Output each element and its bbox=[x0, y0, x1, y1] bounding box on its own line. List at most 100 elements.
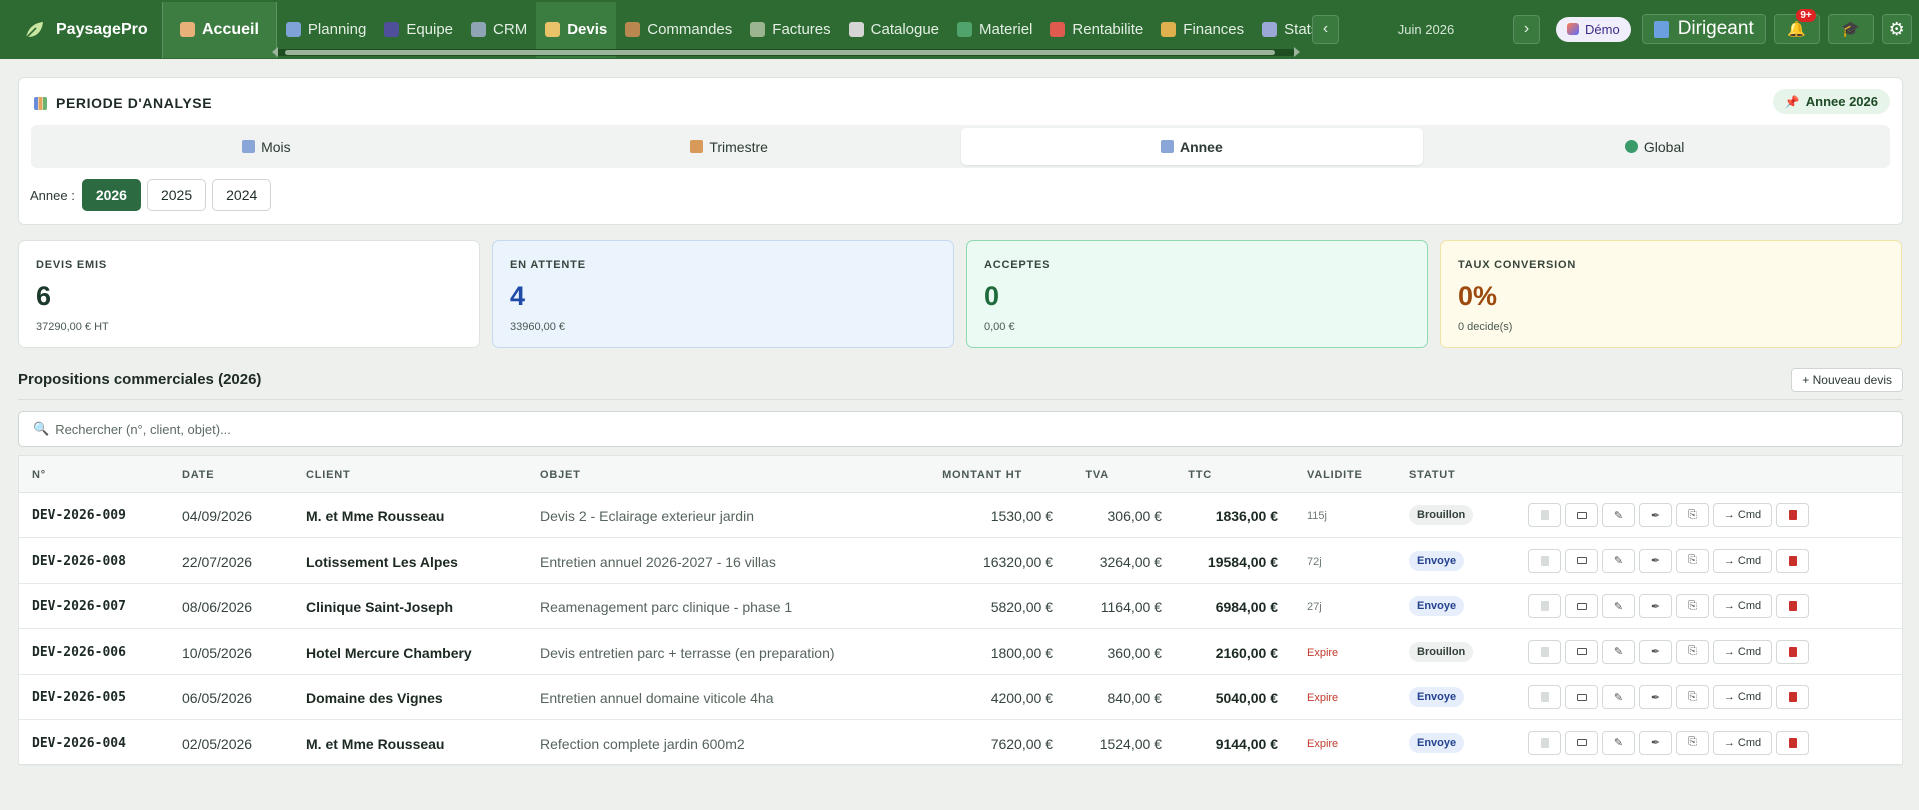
row-actions: ✎ ✒ ⎘ → Cmd bbox=[1528, 639, 1813, 664]
delete-button[interactable] bbox=[1776, 594, 1809, 618]
demo-badge[interactable]: Démo bbox=[1556, 16, 1631, 42]
delete-button[interactable] bbox=[1776, 548, 1809, 573]
suit-icon bbox=[1653, 20, 1669, 38]
table-row[interactable]: DEV-2026-004 02/05/2026 M. et Mme Rousseau… bbox=[19, 721, 1902, 766]
next-month-button[interactable]: › bbox=[1513, 14, 1540, 44]
tab-annee[interactable]: Annee bbox=[960, 128, 1424, 165]
duplicate-button[interactable]: ⎘ bbox=[1676, 730, 1709, 755]
edit-button[interactable]: ✎ bbox=[1602, 639, 1635, 664]
table-row[interactable]: DEV-2026-007 08/06/2026 Clinique Saint-Jos… bbox=[19, 584, 1902, 629]
convert-order-button[interactable]: → Cmd bbox=[1713, 503, 1772, 527]
delete-button[interactable] bbox=[1776, 639, 1809, 664]
sign-button[interactable]: ✒ bbox=[1639, 594, 1672, 618]
convert-order-button[interactable]: → Cmd bbox=[1713, 730, 1772, 755]
stat-subtext: 33960,00 € bbox=[510, 321, 566, 333]
settings-button[interactable]: ⚙ bbox=[1881, 14, 1912, 44]
ledger-icon bbox=[750, 22, 766, 37]
search-placeholder: Rechercher (n°, client, objet)... bbox=[55, 421, 231, 437]
send-email-button[interactable] bbox=[1565, 730, 1598, 755]
table-row[interactable]: DEV-2026-005 06/05/2026 Domaine des Vignes… bbox=[19, 675, 1902, 720]
notifications-button[interactable]: 🔔 9+ bbox=[1773, 9, 1820, 44]
duplicate-button[interactable]: ⎘ bbox=[1676, 685, 1709, 709]
nav-label: Materiel bbox=[979, 21, 1033, 38]
trash-icon bbox=[1788, 737, 1797, 748]
tab-global[interactable]: Global bbox=[1423, 128, 1886, 165]
delete-button[interactable] bbox=[1776, 730, 1809, 755]
edit-button[interactable]: ✎ bbox=[1602, 730, 1635, 755]
role-selector[interactable]: Dirigeant bbox=[1641, 14, 1766, 44]
tab-label: Mois bbox=[261, 138, 291, 155]
tutorial-button[interactable]: 🎓 bbox=[1827, 14, 1874, 44]
nav-home[interactable]: Accueil bbox=[162, 1, 277, 58]
send-email-button[interactable] bbox=[1565, 548, 1598, 573]
send-email-button[interactable] bbox=[1565, 503, 1598, 527]
scroll-left-arrow-icon[interactable] bbox=[272, 47, 278, 57]
view-pdf-button[interactable] bbox=[1528, 685, 1561, 709]
period-chip-label: Annee 2026 bbox=[1805, 94, 1878, 109]
client-name: Lotissement Les Alpes bbox=[306, 553, 458, 570]
edit-button[interactable]: ✎ bbox=[1602, 548, 1635, 573]
sign-button[interactable]: ✒ bbox=[1639, 548, 1672, 573]
copy-icon: ⎘ bbox=[1688, 554, 1697, 566]
pen-icon: ✒ bbox=[1650, 691, 1661, 704]
stat-card: EN ATTENTE 4 33960,00 € bbox=[492, 240, 954, 348]
duplicate-button[interactable]: ⎘ bbox=[1676, 548, 1709, 573]
convert-order-button[interactable]: → Cmd bbox=[1713, 594, 1772, 618]
sign-button[interactable]: ✒ bbox=[1639, 730, 1672, 755]
convert-order-button[interactable]: → Cmd bbox=[1713, 639, 1772, 664]
duplicate-button[interactable]: ⎘ bbox=[1676, 639, 1709, 664]
send-email-button[interactable] bbox=[1565, 639, 1598, 664]
copy-icon: ⎘ bbox=[1688, 690, 1697, 703]
view-pdf-button[interactable] bbox=[1528, 730, 1561, 755]
edit-button[interactable]: ✎ bbox=[1602, 685, 1635, 709]
divider bbox=[18, 399, 1903, 400]
send-email-button[interactable] bbox=[1565, 685, 1598, 709]
send-email-button[interactable] bbox=[1565, 594, 1598, 618]
client-name: Clinique Saint-Joseph bbox=[306, 599, 454, 615]
table-row[interactable]: DEV-2026-008 22/07/2026 Lotissement Les Al… bbox=[19, 539, 1902, 584]
convert-order-button[interactable]: → Cmd bbox=[1713, 685, 1772, 709]
sign-button[interactable]: ✒ bbox=[1639, 685, 1672, 709]
prev-month-button[interactable]: ‹ bbox=[1312, 14, 1339, 44]
pencil-icon: ✎ bbox=[1613, 737, 1624, 749]
sign-button[interactable]: ✒ bbox=[1639, 639, 1672, 664]
view-pdf-button[interactable] bbox=[1528, 548, 1561, 573]
team-icon bbox=[384, 22, 400, 37]
view-pdf-button[interactable] bbox=[1528, 639, 1561, 664]
duplicate-button[interactable]: ⎘ bbox=[1676, 503, 1709, 527]
tab-label: Trimestre bbox=[709, 138, 768, 155]
client-name: M. et Mme Rousseau bbox=[306, 735, 445, 752]
delete-button[interactable] bbox=[1776, 685, 1809, 709]
view-pdf-button[interactable] bbox=[1528, 503, 1561, 527]
nav-label: Factures bbox=[772, 21, 831, 38]
tab-trimestre[interactable]: Trimestre bbox=[498, 128, 961, 165]
trash-icon bbox=[1788, 510, 1797, 520]
convert-order-button[interactable]: → Cmd bbox=[1713, 548, 1772, 573]
year-button-2026[interactable]: 2026 bbox=[81, 179, 141, 211]
document-icon bbox=[1540, 737, 1549, 748]
brand[interactable]: PaysagePro bbox=[0, 0, 162, 59]
quote-number: DEV-2026-005 bbox=[32, 690, 126, 705]
row-actions: ✎ ✒ ⎘ → Cmd bbox=[1528, 548, 1813, 573]
scrollbar-thumb[interactable] bbox=[285, 50, 1275, 55]
sign-button[interactable]: ✒ bbox=[1639, 503, 1672, 527]
table-row[interactable]: DEV-2026-009 04/09/2026 M. et Mme Rousseau… bbox=[19, 493, 1902, 538]
view-pdf-button[interactable] bbox=[1528, 594, 1561, 618]
tab-mois[interactable]: Mois bbox=[35, 128, 498, 165]
amount-ht: 5820,00 € bbox=[990, 599, 1053, 615]
brand-name: PaysagePro bbox=[56, 20, 148, 38]
delete-button[interactable] bbox=[1776, 503, 1809, 527]
nav-label: Catalogue bbox=[870, 21, 940, 38]
edit-button[interactable]: ✎ bbox=[1602, 503, 1635, 527]
search-input[interactable]: 🔍 Rechercher (n°, client, objet)... bbox=[18, 411, 1903, 447]
year-button-2024[interactable]: 2024 bbox=[212, 179, 272, 211]
year-button-2025[interactable]: 2025 bbox=[146, 179, 207, 211]
scroll-right-arrow-icon[interactable] bbox=[1294, 47, 1300, 57]
table-row[interactable]: DEV-2026-006 10/05/2026 Hotel Mercure Cham… bbox=[19, 630, 1902, 675]
nav-scrollbar[interactable] bbox=[272, 47, 1300, 57]
envelope-icon bbox=[1576, 693, 1587, 701]
new-quote-button[interactable]: + Nouveau devis bbox=[1791, 368, 1903, 392]
duplicate-button[interactable]: ⎘ bbox=[1676, 594, 1709, 618]
envelope-icon bbox=[1576, 739, 1587, 746]
edit-button[interactable]: ✎ bbox=[1602, 594, 1635, 618]
